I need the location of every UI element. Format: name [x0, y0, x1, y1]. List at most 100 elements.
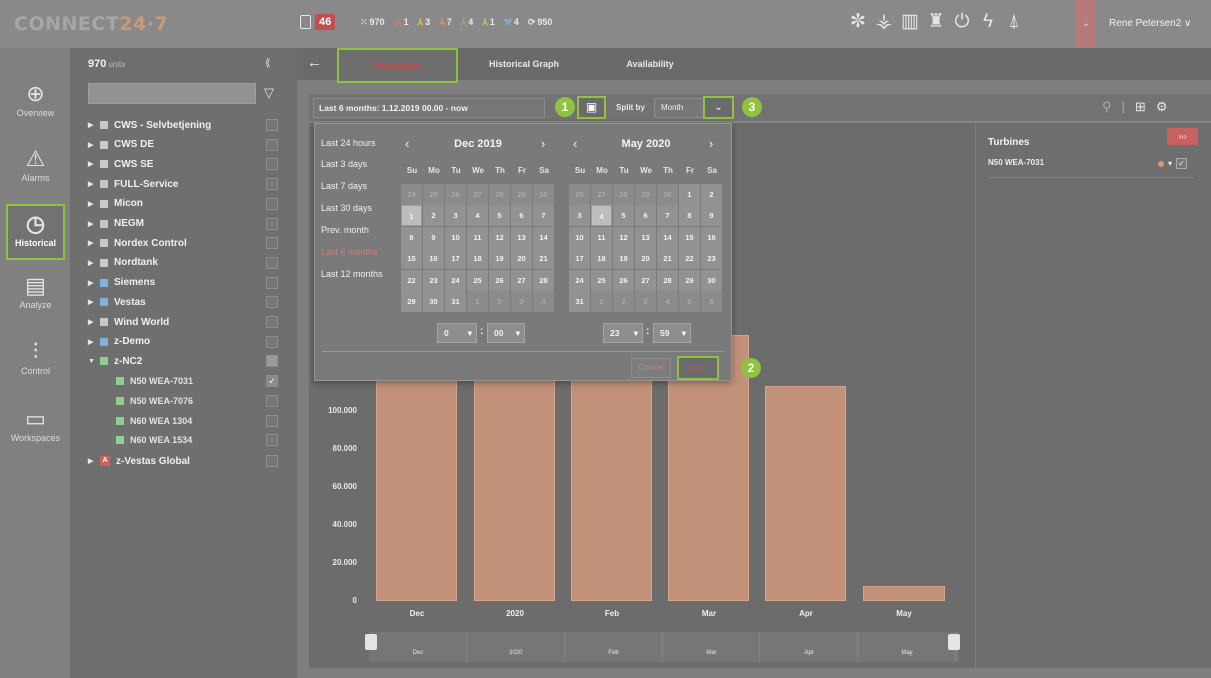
- tower-icon[interactable]: ♜: [926, 10, 946, 34]
- calendar-day[interactable]: 27: [591, 184, 612, 205]
- calendar-day[interactable]: 29: [679, 269, 700, 291]
- hour-select[interactable]: 23 ▾: [603, 323, 643, 343]
- ok-button[interactable]: OK: [677, 356, 719, 380]
- calendar-day[interactable]: 4: [533, 291, 554, 312]
- calendar-day[interactable]: 14: [533, 226, 554, 248]
- calendar-day[interactable]: 31: [569, 291, 590, 312]
- chart-bar[interactable]: [376, 376, 457, 601]
- tree-item[interactable]: ▶ Siemens: [88, 274, 155, 292]
- chevron-right-icon[interactable]: ›: [541, 136, 545, 151]
- calendar-day[interactable]: 10: [569, 226, 590, 248]
- calendar-day[interactable]: 1: [679, 184, 700, 205]
- tree-search-input[interactable]: [88, 83, 256, 104]
- search-icon[interactable]: ⚲: [1102, 99, 1112, 115]
- calendar-button[interactable]: ▣: [577, 96, 606, 119]
- calendar-day[interactable]: 6: [635, 205, 656, 227]
- calendar-day[interactable]: 28: [657, 269, 678, 291]
- calendar-day[interactable]: 5: [489, 205, 510, 227]
- turbine-checkbox[interactable]: ✓: [1176, 158, 1188, 169]
- collapse-tree-button[interactable]: ⟪: [265, 58, 271, 69]
- calendar-day[interactable]: 15: [679, 226, 700, 248]
- tree-item[interactable]: ▶ z-Demo: [88, 333, 150, 351]
- tree-checkbox[interactable]: [266, 178, 278, 191]
- calendar-day[interactable]: 30: [657, 184, 678, 205]
- calendar-day[interactable]: 19: [613, 248, 634, 270]
- calendar-day[interactable]: 26: [569, 184, 590, 205]
- calendar-day[interactable]: 26: [445, 184, 466, 205]
- calendar-day[interactable]: 13: [511, 226, 532, 248]
- tree-checkbox[interactable]: [266, 158, 278, 171]
- gear-icon[interactable]: ⚙: [1156, 99, 1168, 115]
- chevron-left-icon[interactable]: ‹: [573, 136, 577, 151]
- table-view-icon[interactable]: ⊞: [1135, 99, 1146, 115]
- chevron-right-icon[interactable]: ▶: [88, 259, 100, 267]
- tree-item[interactable]: ▶ Wind World: [88, 313, 169, 331]
- chevron-right-icon[interactable]: ▶: [88, 338, 100, 346]
- calendar-day[interactable]: 3: [511, 291, 532, 312]
- calendar-day[interactable]: 2: [701, 184, 722, 205]
- solar-park-icon[interactable]: ⚶: [874, 10, 894, 34]
- calendar-day[interactable]: 17: [445, 248, 466, 270]
- tree-checkbox[interactable]: [266, 434, 278, 447]
- tree-checkbox[interactable]: [266, 197, 278, 210]
- tree-item[interactable]: ▶ CWS - Selvbetjening: [88, 116, 211, 134]
- calendar-day[interactable]: 12: [489, 226, 510, 248]
- calendar-day[interactable]: 21: [657, 248, 678, 270]
- tree-checkbox[interactable]: [266, 296, 278, 309]
- calendar-day[interactable]: 22: [679, 248, 700, 270]
- calendar-day[interactable]: 4: [657, 291, 678, 312]
- tab-historical-graph[interactable]: Historical Graph: [468, 48, 580, 80]
- wind-turbine-icon[interactable]: ✼: [848, 10, 868, 34]
- calendar-day[interactable]: 20: [635, 248, 656, 270]
- calendar-day[interactable]: 1: [401, 205, 422, 227]
- tree-item[interactable]: ▶ NEGM: [88, 215, 144, 233]
- hour-select[interactable]: 0 ▾: [437, 323, 477, 343]
- cancel-button[interactable]: Cancel: [631, 358, 671, 378]
- preset-option[interactable]: Last 30 days: [321, 203, 372, 213]
- tab-availability[interactable]: Availability: [600, 48, 700, 80]
- calendar-day[interactable]: 27: [635, 269, 656, 291]
- calendar-day[interactable]: 7: [657, 205, 678, 227]
- calendar-day[interactable]: 22: [401, 269, 422, 291]
- tree-item[interactable]: ▼ z-NC2: [88, 352, 142, 370]
- chevron-right-icon[interactable]: ▶: [88, 279, 100, 287]
- calendar-day[interactable]: 6: [511, 205, 532, 227]
- calendar-day[interactable]: 18: [591, 248, 612, 270]
- chevron-right-icon[interactable]: ▶: [88, 180, 100, 188]
- tree-item[interactable]: ▶ CWS SE: [88, 155, 153, 173]
- calendar-day[interactable]: 23: [423, 269, 444, 291]
- back-arrow-icon[interactable]: ←: [307, 54, 322, 71]
- chevron-right-icon[interactable]: ▶: [88, 298, 100, 306]
- calendar-day[interactable]: 15: [401, 248, 422, 270]
- nav-analyze[interactable]: ▤ Analyze: [6, 268, 65, 324]
- calendar-day[interactable]: 3: [635, 291, 656, 312]
- calendar-day[interactable]: 2: [489, 291, 510, 312]
- calendar-day[interactable]: 21: [533, 248, 554, 270]
- calendar-day[interactable]: 28: [533, 269, 554, 291]
- calendar-day[interactable]: 27: [467, 184, 488, 205]
- chart-bar[interactable]: [863, 585, 945, 601]
- calendar-day[interactable]: 24: [401, 184, 422, 205]
- tree-item[interactable]: ▶ FULL-Service: [88, 175, 178, 193]
- calendar-day[interactable]: 27: [511, 269, 532, 291]
- chevron-right-icon[interactable]: ▶: [88, 318, 100, 326]
- calendar-day[interactable]: 26: [489, 269, 510, 291]
- calendar-day[interactable]: 13: [635, 226, 656, 248]
- chart-bar[interactable]: [765, 386, 846, 601]
- calendar-day[interactable]: 7: [533, 205, 554, 227]
- tree-checkbox[interactable]: [266, 119, 278, 131]
- split-by-select[interactable]: Month: [654, 98, 704, 118]
- tree-checkbox[interactable]: [266, 335, 278, 348]
- nav-alarms[interactable]: ⚠ Alarms: [6, 141, 65, 197]
- tree-item[interactable]: ▶ Micon: [88, 195, 143, 213]
- calendar-day[interactable]: 8: [401, 226, 422, 248]
- tree-checkbox[interactable]: [266, 414, 278, 427]
- chevron-down-icon[interactable]: ▾: [1168, 159, 1172, 168]
- alarm-indicator[interactable]: 46: [300, 14, 336, 30]
- calendar-day[interactable]: 9: [701, 205, 722, 227]
- chevron-right-icon[interactable]: ▶: [88, 239, 100, 247]
- chevron-right-icon[interactable]: ▶: [88, 121, 100, 129]
- navigator-handle-right[interactable]: [948, 634, 960, 650]
- calendar-day[interactable]: 5: [613, 205, 634, 227]
- tree-item[interactable]: ▶ Nordex Control: [88, 234, 187, 252]
